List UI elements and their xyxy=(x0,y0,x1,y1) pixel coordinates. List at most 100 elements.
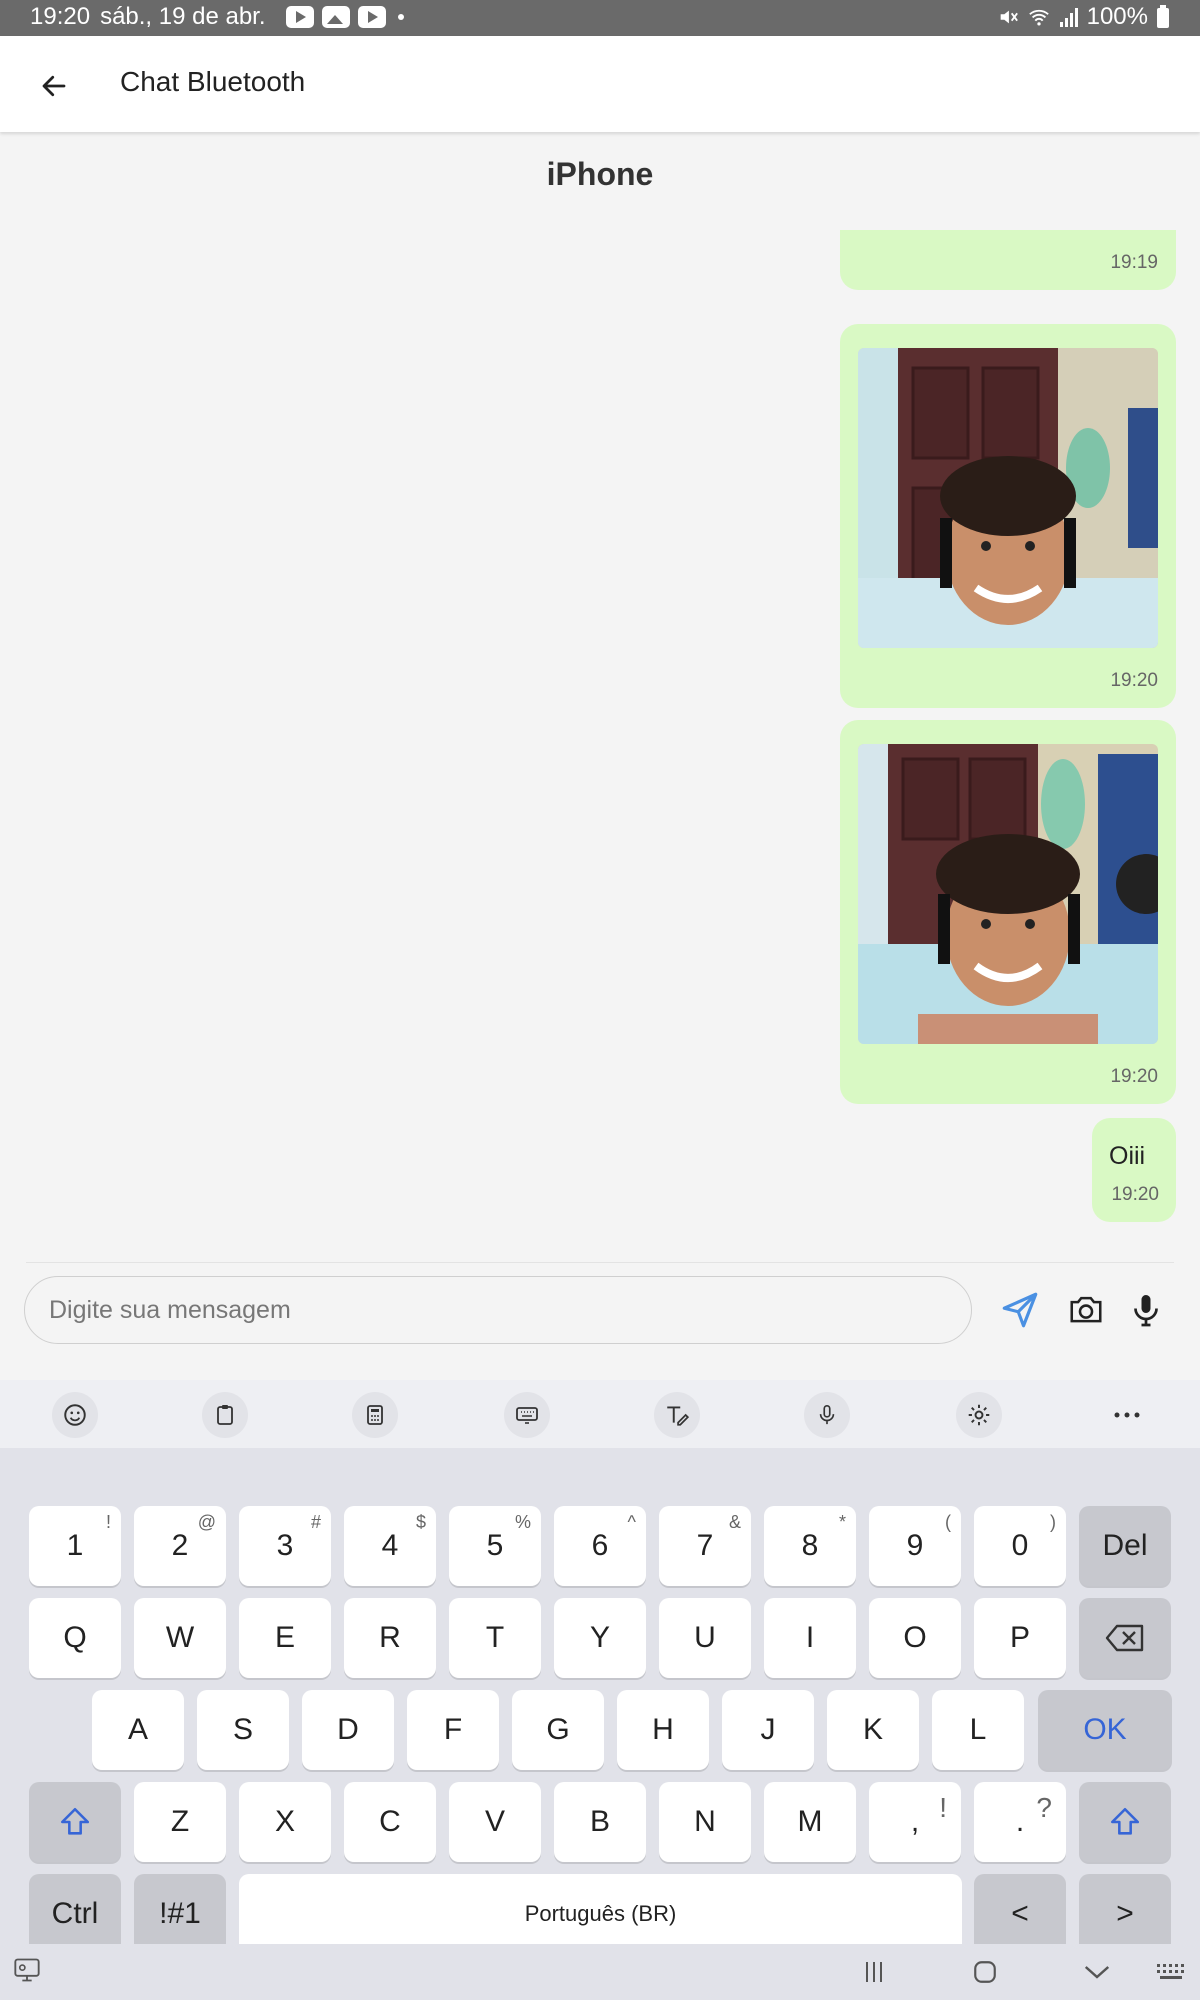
shift-key-left[interactable] xyxy=(29,1782,121,1862)
key-comma[interactable]: ,! xyxy=(869,1782,961,1862)
symbols-key[interactable]: !#1 xyxy=(134,1874,226,1954)
key-label: !#1 xyxy=(159,1897,201,1930)
key-h[interactable]: H xyxy=(617,1690,709,1770)
message-input[interactable] xyxy=(24,1276,972,1344)
ok-key[interactable]: OK xyxy=(1038,1690,1172,1770)
message-photo[interactable] xyxy=(858,744,1158,1044)
keyboard-grid-icon[interactable] xyxy=(1156,1962,1188,1982)
handwriting-button[interactable] xyxy=(654,1392,700,1438)
key-label: Português (BR) xyxy=(524,1901,677,1926)
message-bubble-image[interactable]: 19:20 xyxy=(840,720,1176,1104)
key-w[interactable]: W xyxy=(134,1598,226,1678)
home-icon[interactable] xyxy=(972,1959,998,1985)
key-label: T xyxy=(485,1621,505,1654)
key-d[interactable]: D xyxy=(302,1690,394,1770)
key-o[interactable]: O xyxy=(869,1598,961,1678)
space-key[interactable]: Português (BR) xyxy=(239,1874,962,1954)
key-a[interactable]: A xyxy=(92,1690,184,1770)
settings-icon xyxy=(968,1404,990,1426)
key-4[interactable]: 4 $ xyxy=(344,1506,436,1586)
key-m[interactable]: M xyxy=(764,1782,856,1862)
voice-input-button[interactable] xyxy=(804,1392,850,1438)
key-9[interactable]: 9( xyxy=(869,1506,961,1586)
key-q[interactable]: Q xyxy=(29,1598,121,1678)
hide-keyboard-icon[interactable] xyxy=(1082,1962,1112,1982)
key-1[interactable]: 1! xyxy=(29,1506,121,1586)
key-secondary-label: ? xyxy=(1036,1792,1052,1823)
more-notifications-icon xyxy=(397,14,404,20)
more-button[interactable] xyxy=(1104,1392,1150,1438)
handwriting-icon xyxy=(667,1406,690,1426)
key-r[interactable]: R xyxy=(344,1598,436,1678)
key-k[interactable]: K xyxy=(827,1690,919,1770)
keyboard-settings-button[interactable] xyxy=(956,1392,1002,1438)
battery-percent: 100% xyxy=(1086,3,1148,30)
microphone-button[interactable] xyxy=(1122,1286,1170,1334)
key-secondary-label: % xyxy=(514,1512,531,1532)
key-label: I xyxy=(805,1621,815,1654)
key-secondary-label: ) xyxy=(1050,1512,1056,1532)
keypad-button[interactable] xyxy=(352,1392,398,1438)
key-0[interactable]: 0) xyxy=(974,1506,1066,1586)
key-7[interactable]: 7 & xyxy=(659,1506,751,1586)
key-e[interactable]: E xyxy=(239,1598,331,1678)
clipboard-button[interactable] xyxy=(202,1392,248,1438)
key-n[interactable]: N xyxy=(659,1782,751,1862)
shift-key-right[interactable] xyxy=(1079,1782,1171,1862)
camera-icon xyxy=(1070,1296,1102,1323)
key-label: X xyxy=(274,1805,295,1838)
recent-apps-icon[interactable] xyxy=(862,1960,886,1984)
key-b[interactable]: B xyxy=(554,1782,646,1862)
message-bubble-image[interactable]: 19:19 xyxy=(840,230,1176,290)
voice-input-icon xyxy=(819,1405,835,1425)
key-y[interactable]: Y xyxy=(554,1598,646,1678)
emoji-button[interactable] xyxy=(52,1392,98,1438)
emoji-icon xyxy=(64,1404,86,1426)
message-bubble-image[interactable]: 19:20 xyxy=(840,324,1176,708)
key-label: O xyxy=(903,1621,927,1654)
key-v[interactable]: V xyxy=(449,1782,541,1862)
key-z[interactable]: Z xyxy=(134,1782,226,1862)
key-3[interactable]: 3 # xyxy=(239,1506,331,1586)
key-g[interactable]: G xyxy=(512,1690,604,1770)
key-label: 2 xyxy=(171,1529,189,1562)
key-label: S xyxy=(232,1713,253,1746)
key-f[interactable]: F xyxy=(407,1690,499,1770)
key-t[interactable]: T xyxy=(449,1598,541,1678)
wifi-icon xyxy=(1028,9,1049,26)
key-8[interactable]: 8 * xyxy=(764,1506,856,1586)
message-bubble-text[interactable]: Oiii 19:20 xyxy=(1092,1118,1176,1222)
camera-button[interactable] xyxy=(1062,1286,1110,1334)
microphone-icon xyxy=(1134,1295,1158,1327)
key-c[interactable]: C xyxy=(344,1782,436,1862)
key-6[interactable]: 6 ^ xyxy=(554,1506,646,1586)
key-x[interactable]: X xyxy=(239,1782,331,1862)
delete-key[interactable]: Del xyxy=(1079,1506,1171,1586)
key-p[interactable]: P xyxy=(974,1598,1066,1678)
key-j[interactable]: J xyxy=(722,1690,814,1770)
key-l[interactable]: L xyxy=(932,1690,1024,1770)
message-list[interactable]: 19:19 19:20 19:20 Oiii 19:20 xyxy=(0,230,1200,1230)
key-2[interactable]: 2 @ xyxy=(134,1506,226,1586)
send-button[interactable] xyxy=(996,1286,1044,1334)
cursor-right-key[interactable]: > xyxy=(1079,1874,1171,1954)
key-i[interactable]: I xyxy=(764,1598,856,1678)
cursor-left-key[interactable]: < xyxy=(974,1874,1066,1954)
keyboard-switch-icon[interactable] xyxy=(12,1956,42,1984)
key-5[interactable]: 5% xyxy=(449,1506,541,1586)
backspace-key[interactable] xyxy=(1079,1598,1171,1678)
key-label: J xyxy=(760,1713,776,1746)
key-label: > xyxy=(1116,1897,1134,1930)
message-photo[interactable] xyxy=(858,348,1158,648)
gallery-notification-icon xyxy=(321,6,350,28)
keyboard-mode-button[interactable] xyxy=(504,1392,550,1438)
clipboard-icon xyxy=(217,1405,233,1425)
key-s[interactable]: S xyxy=(197,1690,289,1770)
key-label: Y xyxy=(589,1621,610,1654)
key-label: P xyxy=(1009,1621,1030,1654)
back-button[interactable] xyxy=(32,64,76,108)
ctrl-key[interactable]: Ctrl xyxy=(29,1874,121,1954)
key-label: E xyxy=(274,1621,295,1654)
key-period[interactable]: .? xyxy=(974,1782,1066,1862)
key-u[interactable]: U xyxy=(659,1598,751,1678)
